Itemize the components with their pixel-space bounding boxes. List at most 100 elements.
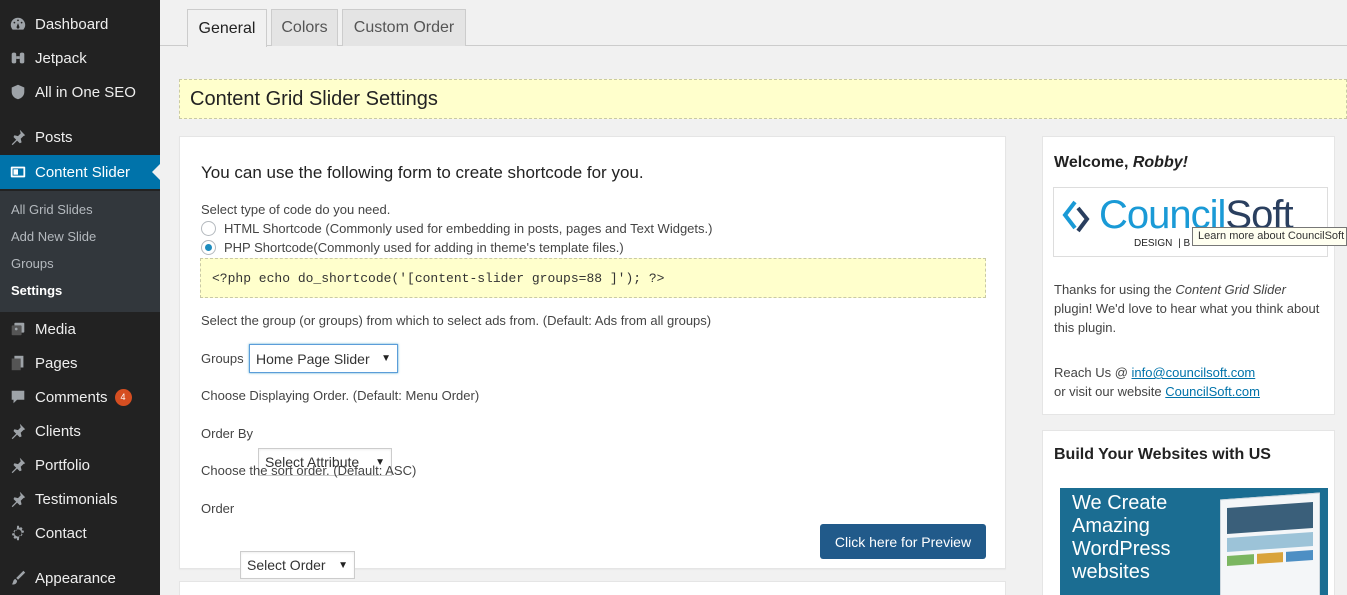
menu-label: All in One SEO — [35, 83, 136, 101]
promo-line: We Create — [1072, 492, 1168, 514]
menu-appearance[interactable]: Appearance — [0, 561, 160, 595]
page-title: Content Grid Slider Settings — [179, 79, 1347, 119]
promo-line: websites — [1072, 561, 1150, 583]
logo-tagline: DESIGN | B — [1134, 238, 1190, 249]
logo-tagline-rest: | B — [1178, 238, 1191, 249]
shortcode-form-panel: You can use the following form to create… — [179, 136, 1006, 579]
welcome-prefix: Welcome, — [1054, 154, 1133, 171]
pin-icon — [0, 128, 35, 146]
welcome-title: Welcome, Robby! — [1054, 154, 1188, 172]
welcome-widget: Welcome, Robby! CouncilSoft DESIGN | B T… — [1042, 136, 1335, 415]
menu-label: Clients — [35, 422, 81, 440]
logo-tagline-design: DESIGN — [1134, 238, 1173, 249]
menu-dashboard[interactable]: Dashboard — [0, 7, 160, 41]
reach-us-line: Reach Us @ info@councilsoft.com — [1054, 363, 1255, 382]
email-link[interactable]: info@councilsoft.com — [1132, 365, 1256, 380]
submenu-settings[interactable]: Settings — [11, 283, 62, 298]
groups-select-value: Home Page Slider — [256, 350, 370, 367]
code-type-label: Select type of code do you need. — [201, 202, 391, 217]
shortcode-output[interactable]: <?php echo do_shortcode('[content-slider… — [200, 258, 986, 298]
promo-line: WordPress — [1072, 538, 1171, 560]
radio-html-option[interactable]: HTML Shortcode (Commonly used for embedd… — [201, 221, 712, 236]
menu-label: Content Slider — [35, 163, 131, 181]
menu-contact[interactable]: Contact — [0, 516, 160, 550]
menu-label: Jetpack — [35, 49, 87, 67]
display-order-help: Choose Displaying Order. (Default: Menu … — [201, 388, 480, 403]
visit-label: or visit our website — [1054, 384, 1166, 399]
visit-line: or visit our website CouncilSoft.com — [1054, 382, 1260, 401]
brush-icon — [0, 569, 35, 587]
thanks-part-1: Thanks for using the — [1054, 282, 1176, 297]
thanks-part-2: plugin! We'd love to hear what you think… — [1054, 301, 1320, 335]
councilsoft-logo[interactable]: CouncilSoft DESIGN | B — [1053, 187, 1328, 257]
menu-jetpack[interactable]: Jetpack — [0, 41, 160, 75]
slider-icon — [0, 163, 35, 181]
tab-general[interactable]: General — [187, 9, 267, 47]
logo-tooltip: Learn more about CouncilSoft — [1192, 227, 1347, 246]
menu-label: Portfolio — [35, 456, 91, 474]
welcome-user: Robby! — [1132, 154, 1188, 171]
chevron-down-icon: ▼ — [381, 353, 391, 364]
pages-icon — [0, 354, 35, 372]
menu-pages[interactable]: Pages — [0, 346, 160, 380]
media-icon — [0, 320, 35, 338]
admin-sidebar: Dashboard Jetpack All in One SEO Posts C… — [0, 0, 160, 595]
menu-testimonials[interactable]: Testimonials — [0, 482, 160, 516]
menu-clients[interactable]: Clients — [0, 414, 160, 448]
sort-help-text: Choose the sort order. (Default: ASC) — [201, 463, 417, 478]
menu-portfolio[interactable]: Portfolio — [0, 448, 160, 482]
content-slider-submenu: All Grid Slides Add New Slide Groups Set… — [0, 191, 160, 312]
comments-count-badge: 4 — [114, 388, 132, 406]
tab-colors[interactable]: Colors — [271, 9, 338, 46]
settings-tabs: General Colors Custom Order — [160, 0, 1347, 47]
build-title: Build Your Websites with US — [1054, 446, 1271, 463]
menu-label: Contact — [35, 524, 87, 542]
order-label: Order — [201, 501, 235, 516]
radio-php-option[interactable]: PHP Shortcode(Commonly used for adding i… — [201, 240, 624, 255]
menu-label: Testimonials — [35, 490, 118, 508]
menu-all-in-one-seo[interactable]: All in One SEO — [0, 75, 160, 109]
promo-text: We Create Amazing WordPress websites — [1072, 492, 1171, 584]
menu-label: Comments — [35, 388, 108, 406]
pin-icon — [0, 490, 35, 508]
dashboard-icon — [0, 15, 35, 33]
submenu-all-grid-slides[interactable]: All Grid Slides — [11, 202, 93, 217]
promo-banner[interactable]: We Create Amazing WordPress websites — [1060, 488, 1328, 595]
pin-icon — [0, 456, 35, 474]
website-mockup-image — [1220, 492, 1320, 595]
menu-comments[interactable]: Comments 4 — [0, 380, 160, 414]
website-link[interactable]: CouncilSoft.com — [1165, 384, 1260, 399]
groups-select[interactable]: Home Page Slider ▼ — [249, 344, 398, 373]
group-help-text: Select the group (or groups) from which … — [201, 313, 712, 328]
menu-label: Media — [35, 320, 76, 338]
radio-html-shortcode[interactable] — [201, 221, 216, 236]
menu-label: Appearance — [35, 569, 116, 587]
radio-html-label: HTML Shortcode (Commonly used for embedd… — [224, 221, 713, 236]
form-title: You can use the following form to create… — [201, 163, 644, 182]
comment-icon — [0, 388, 35, 406]
menu-label: Pages — [35, 354, 78, 372]
radio-php-label: PHP Shortcode(Commonly used for adding i… — [224, 240, 624, 255]
thanks-plugin-name: Content Grid Slider — [1175, 282, 1286, 297]
thanks-text: Thanks for using the Content Grid Slider… — [1054, 280, 1324, 337]
build-websites-widget: Build Your Websites with US We Create Am… — [1042, 430, 1335, 595]
order-select[interactable]: Select Order ▼ — [240, 551, 355, 579]
jetpack-icon — [0, 49, 35, 67]
menu-posts[interactable]: Posts — [0, 120, 160, 154]
reach-label: Reach Us @ — [1054, 365, 1132, 380]
chevron-down-icon: ▼ — [338, 559, 348, 571]
menu-label: Posts — [35, 128, 73, 146]
submenu-groups[interactable]: Groups — [11, 256, 54, 271]
groups-label: Groups — [201, 351, 244, 366]
menu-label: Dashboard — [35, 15, 109, 33]
tab-custom-order[interactable]: Custom Order — [342, 9, 466, 46]
logo-mark-icon — [1062, 200, 1090, 233]
menu-content-slider[interactable]: Content Slider — [0, 155, 160, 189]
menu-media[interactable]: Media — [0, 312, 160, 346]
secondary-panel — [179, 581, 1006, 595]
promo-line: Amazing — [1072, 515, 1150, 537]
shield-icon — [0, 83, 35, 101]
radio-php-shortcode[interactable] — [201, 240, 216, 255]
preview-button[interactable]: Click here for Preview — [820, 524, 986, 559]
submenu-add-new-slide[interactable]: Add New Slide — [11, 229, 96, 244]
